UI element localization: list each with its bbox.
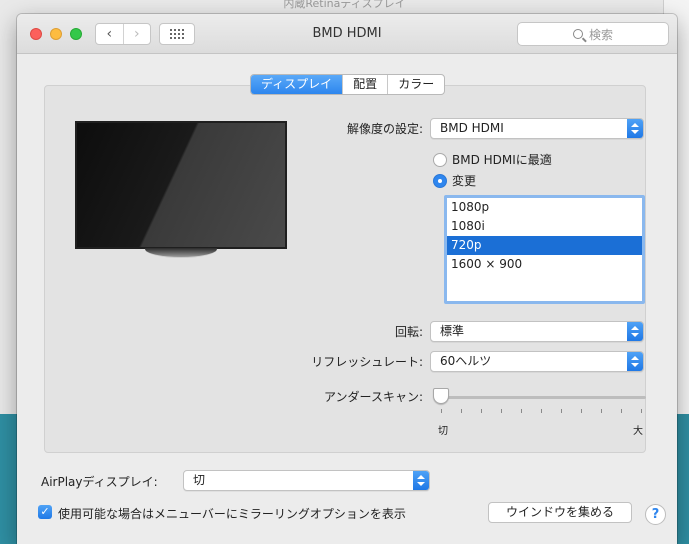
checkmark-icon: ✓ bbox=[40, 505, 50, 518]
slider-tick bbox=[561, 409, 562, 413]
airplay-popup[interactable]: 切 bbox=[183, 470, 430, 491]
popup-arrows-icon bbox=[627, 119, 643, 138]
tab-arrangement[interactable]: 配置 bbox=[342, 75, 387, 94]
back-forward-control: ‹ › bbox=[95, 23, 151, 45]
minimize-button[interactable] bbox=[50, 28, 62, 40]
underscan-slider-knob[interactable] bbox=[433, 388, 449, 404]
refresh-rate-label: リフレッシュレート: bbox=[311, 355, 423, 369]
resolution-label: 解像度の設定: bbox=[346, 122, 423, 136]
back-button[interactable]: ‹ bbox=[96, 24, 123, 44]
list-item-selected[interactable]: 720p bbox=[447, 236, 642, 255]
underscan-max-label: 大 bbox=[633, 426, 643, 437]
slider-tick bbox=[441, 409, 442, 413]
background-window-title: 内蔵Retinaディスプレイ bbox=[283, 0, 406, 10]
search-field[interactable]: 検索 bbox=[517, 22, 669, 46]
zoom-button[interactable] bbox=[70, 28, 82, 40]
mirror-options-label[interactable]: 使用可能な場合はメニューバーにミラーリングオプションを表示 bbox=[58, 505, 406, 522]
slider-tick bbox=[581, 409, 582, 413]
popup-arrows-icon bbox=[627, 352, 643, 371]
search-placeholder: 検索 bbox=[588, 27, 613, 42]
popup-arrows-icon bbox=[627, 322, 643, 341]
list-item[interactable]: 1600 × 900 bbox=[447, 255, 642, 274]
list-item[interactable]: 1080p bbox=[447, 198, 642, 217]
rotation-value: 標準 bbox=[440, 324, 465, 338]
radio-icon bbox=[433, 152, 447, 167]
help-button[interactable]: ? bbox=[645, 504, 666, 525]
resolution-popup[interactable]: BMD HDMI bbox=[430, 118, 644, 139]
slider-tick bbox=[621, 409, 622, 413]
grid-icon bbox=[170, 29, 184, 39]
show-all-button[interactable] bbox=[159, 23, 195, 45]
mirror-options-checkbox[interactable]: ✓ bbox=[38, 505, 52, 519]
underscan-min-label: 切 bbox=[438, 426, 448, 437]
airplay-value: 切 bbox=[193, 473, 206, 487]
forward-button[interactable]: › bbox=[122, 24, 151, 44]
slider-tick bbox=[461, 409, 462, 413]
resolution-list[interactable]: 1080p 1080i 720p 1600 × 900 bbox=[444, 195, 645, 304]
titlebar: BMD HDMI ‹ › 検索 bbox=[17, 14, 677, 54]
airplay-label: AirPlayディスプレイ: bbox=[41, 475, 158, 489]
refresh-rate-value: 60ヘルツ bbox=[440, 354, 492, 368]
search-icon bbox=[572, 29, 583, 39]
underscan-slider-track[interactable] bbox=[438, 396, 646, 399]
tab-bar: ディスプレイ 配置 カラー bbox=[250, 74, 446, 95]
slider-tick bbox=[501, 409, 502, 413]
radio-best-label: BMD HDMIに最適 bbox=[452, 153, 552, 167]
display-preferences-window: BMD HDMI ‹ › 検索 ディスプレイ 配置 カラー 解像度の設定: BM… bbox=[17, 14, 677, 544]
slider-tick bbox=[481, 409, 482, 413]
popup-arrows-icon bbox=[413, 471, 429, 490]
rotation-popup[interactable]: 標準 bbox=[430, 321, 644, 342]
tv-display-icon bbox=[75, 121, 287, 249]
radio-scaled-label: 変更 bbox=[452, 174, 477, 188]
gather-windows-button[interactable]: ウインドウを集める bbox=[488, 502, 632, 523]
list-item[interactable]: 1080i bbox=[447, 217, 642, 236]
close-button[interactable] bbox=[30, 28, 42, 40]
radio-selected-icon bbox=[433, 173, 447, 188]
underscan-label: アンダースキャン: bbox=[324, 390, 423, 404]
slider-tick bbox=[521, 409, 522, 413]
tab-display[interactable]: ディスプレイ bbox=[251, 75, 343, 94]
resolution-value: BMD HDMI bbox=[440, 121, 504, 135]
slider-tick bbox=[601, 409, 602, 413]
slider-tick bbox=[641, 409, 642, 413]
radio-best-for-display[interactable]: BMD HDMIに最適 bbox=[433, 151, 552, 168]
radio-scaled[interactable]: 変更 bbox=[433, 172, 476, 189]
refresh-rate-popup[interactable]: 60ヘルツ bbox=[430, 351, 644, 372]
tab-color[interactable]: カラー bbox=[387, 75, 444, 94]
rotation-label: 回転: bbox=[394, 325, 423, 339]
slider-tick bbox=[541, 409, 542, 413]
